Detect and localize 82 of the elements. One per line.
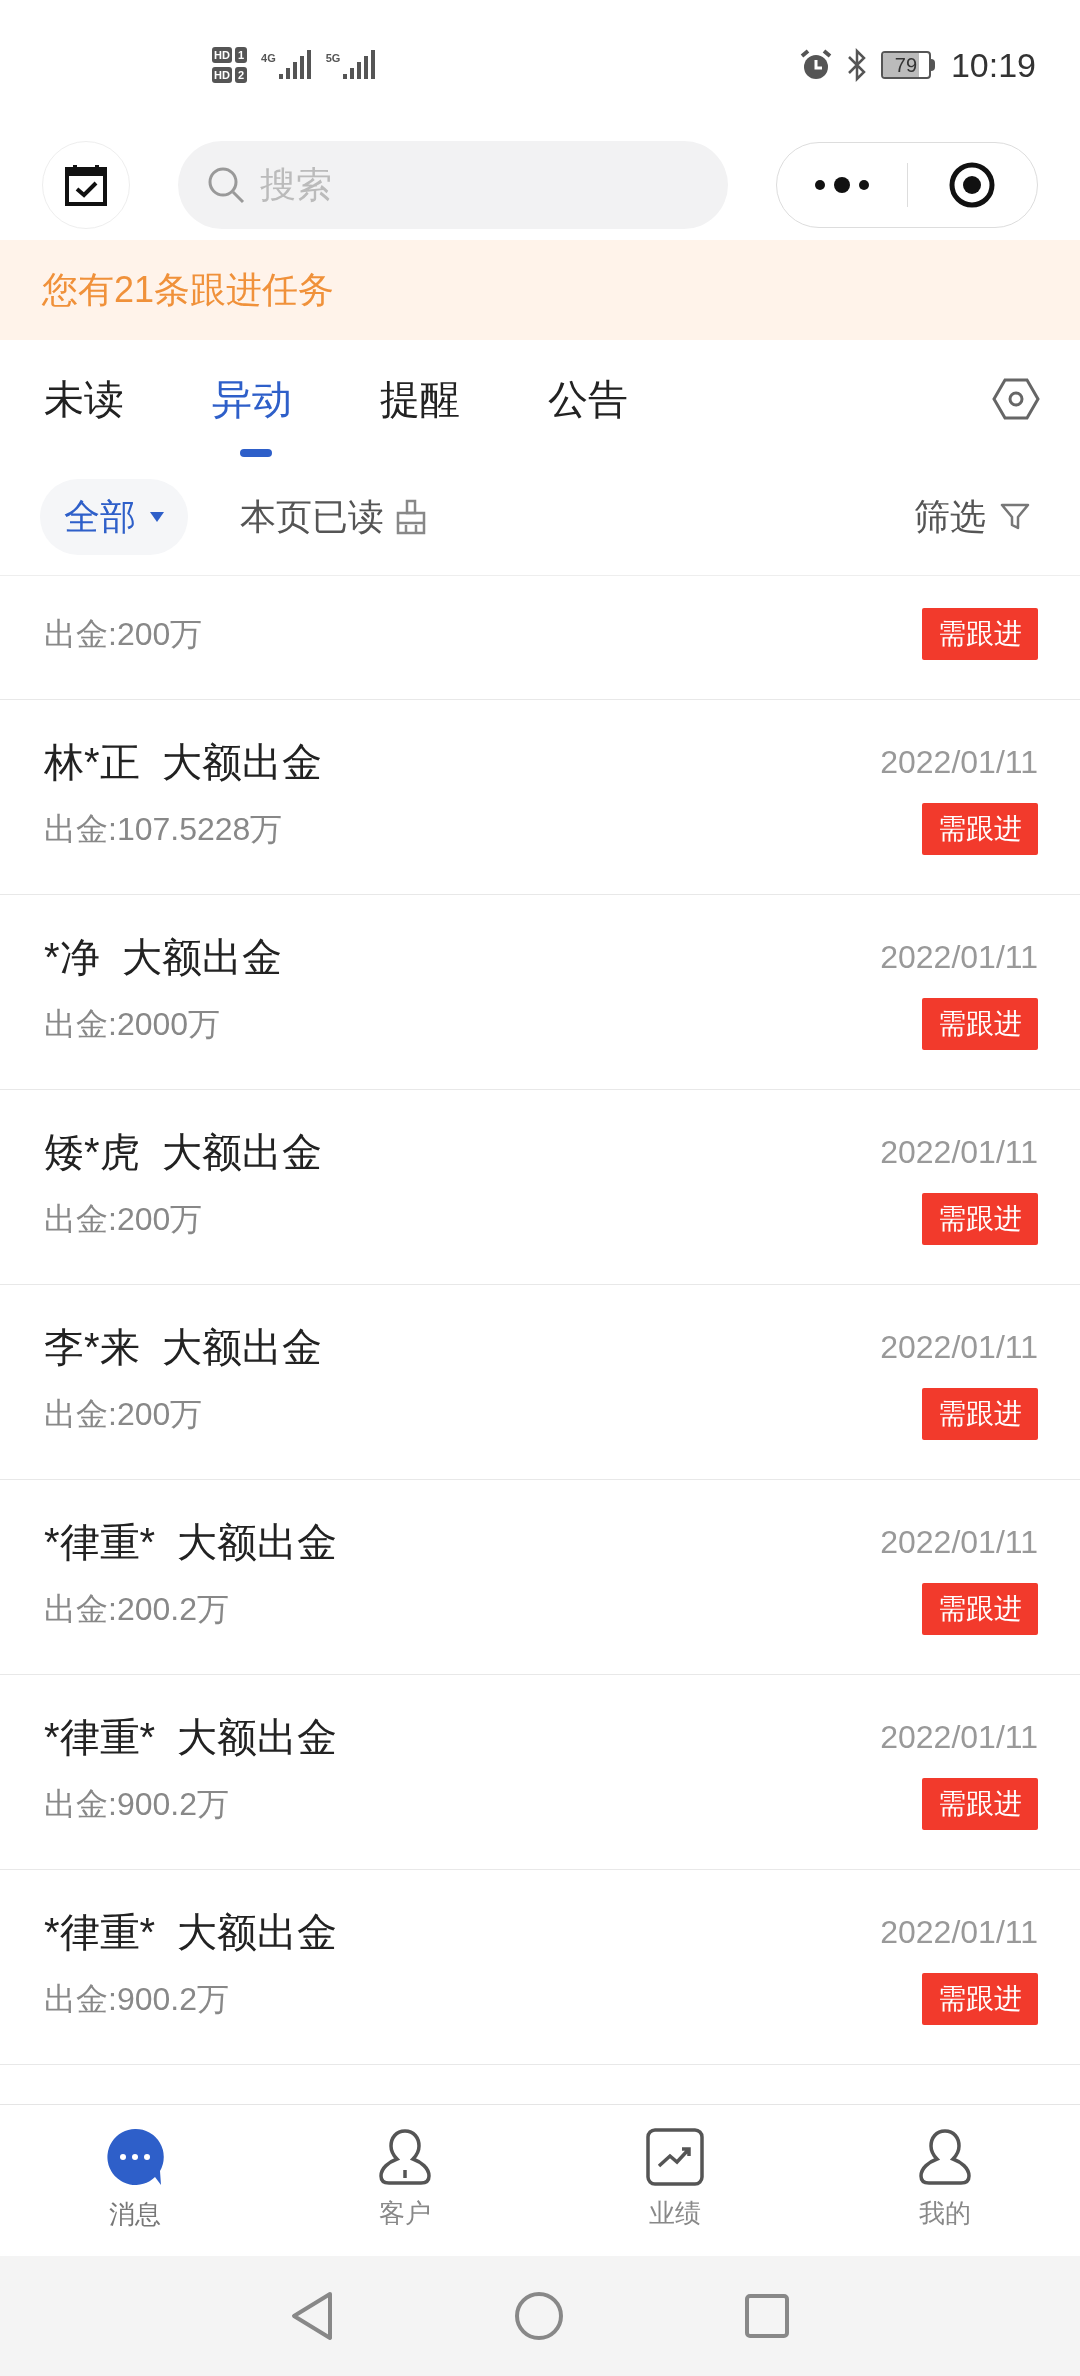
message-row[interactable]: *律重* 大额出金 2022/01/11 出金:200.2万 需跟进 [0,1480,1080,1675]
tab[interactable]: 异动 [212,340,380,458]
message-title: 李*来 大额出金 [44,1324,322,1371]
follow-up-badge: 需跟进 [922,1193,1038,1245]
nav-tab[interactable]: 业绩 [540,2105,810,2256]
search-field[interactable]: 搜索 [178,141,728,229]
search-icon [206,165,246,205]
message-date: 2022/01/11 [880,1328,1038,1367]
tab[interactable]: 未读 [44,340,212,458]
signal-icon [277,50,312,80]
message-row[interactable]: 林*正 大额出金 2022/01/11 出金:107.5228万 需跟进 [0,700,1080,895]
filter-icon [1000,501,1030,532]
message-row[interactable]: *律重* 大额出金 2022/01/11 出金:900.2万 需跟进 [0,1675,1080,1870]
mark-read-button[interactable]: 本页已读 [240,489,428,544]
recents-icon[interactable] [744,2293,790,2339]
settings-icon[interactable] [992,377,1040,421]
chart-icon [646,2128,704,2186]
message-title: 林*正 大额出金 [44,739,322,786]
nav-tab[interactable]: 我的 [810,2105,1080,2256]
message-title: *律重* 大额出金 [44,1519,338,1566]
sim-label: HD [212,67,232,83]
message-title: *律重* 大额出金 [44,1714,338,1761]
chat-bubble-icon [105,2127,165,2187]
clock-time: 10:19 [950,44,1036,86]
bluetooth-icon [846,48,867,82]
sim-slot: 2 [234,67,247,83]
scope-dropdown[interactable]: 全部 [40,478,188,555]
amount-text: 出金:2000万 [44,1005,221,1044]
amount-text: 出金:200万 [44,615,203,654]
nav-label: 我的 [919,2197,971,2230]
alarm-icon [798,48,833,82]
message-date: 2022/01/11 [880,938,1038,977]
person-icon [917,2128,973,2186]
back-icon[interactable] [290,2291,334,2341]
sim-slot: 1 [234,47,247,63]
sim-label: HD [212,47,232,63]
nav-label: 消息 [109,2198,161,2231]
message-row[interactable]: 李*来 大额出金 2022/01/11 出金:200万 需跟进 [0,1285,1080,1480]
person-icon [377,2128,433,2186]
follow-up-badge: 需跟进 [922,1388,1038,1440]
calendar-icon [63,162,109,208]
message-date: 2022/01/11 [880,1523,1038,1562]
tab[interactable]: 提醒 [380,340,548,458]
message-row[interactable]: 矮*虎 大额出金 2022/01/11 出金:200万 需跟进 [0,1090,1080,1285]
amount-text: 出金:200万 [44,1200,203,1239]
home-icon[interactable] [514,2291,564,2341]
network-type: 4G [261,51,276,66]
message-row[interactable]: *净 大额出金 2022/01/11 出金:2000万 需跟进 [0,895,1080,1090]
amount-text: 出金:200.2万 [44,1590,229,1629]
caret-icon [150,511,164,522]
follow-up-badge: 需跟进 [922,1583,1038,1635]
message-date: 2022/01/11 [880,1913,1038,1952]
message-row[interactable]: 出金:200万 需跟进 [0,576,1080,700]
filter-button[interactable]: 筛选 [914,489,1030,544]
nav-tab[interactable]: 消息 [0,2105,270,2256]
nav-label: 客户 [379,2197,431,2230]
target-icon [948,161,997,209]
amount-text: 出金:900.2万 [44,1980,229,2019]
message-date: 2022/01/11 [880,1718,1038,1757]
signal-icon [342,50,377,80]
message-date: 2022/01/11 [880,1133,1038,1172]
message-title: 矮*虎 大额出金 [44,1129,322,1176]
message-title: *律重* 大额出金 [44,1909,338,1956]
nav-tab[interactable]: 客户 [270,2105,540,2256]
amount-text: 出金:200万 [44,1395,203,1434]
tab[interactable]: 公告 [548,340,716,458]
follow-up-badge: 需跟进 [922,1973,1038,2025]
message-title: *净 大额出金 [44,934,282,981]
follow-up-badge: 需跟进 [922,803,1038,855]
follow-up-badge: 需跟进 [922,998,1038,1050]
message-row[interactable]: *律重* 大额出金 2022/01/11 出金:900.2万 需跟进 [0,1870,1080,2065]
amount-text: 出金:107.5228万 [44,810,283,849]
task-banner-text: 您有21条跟进任务 [42,268,335,312]
follow-up-badge: 需跟进 [922,608,1038,660]
battery-level: 79 [894,55,918,75]
amount-text: 出金:900.2万 [44,1785,229,1824]
follow-up-badge: 需跟进 [922,1778,1038,1830]
search-input[interactable]: 搜索 [260,158,560,212]
broom-icon [394,498,428,535]
message-date: 2022/01/11 [880,743,1038,782]
nav-label: 业绩 [649,2197,701,2230]
network-type: 5G [325,51,341,66]
